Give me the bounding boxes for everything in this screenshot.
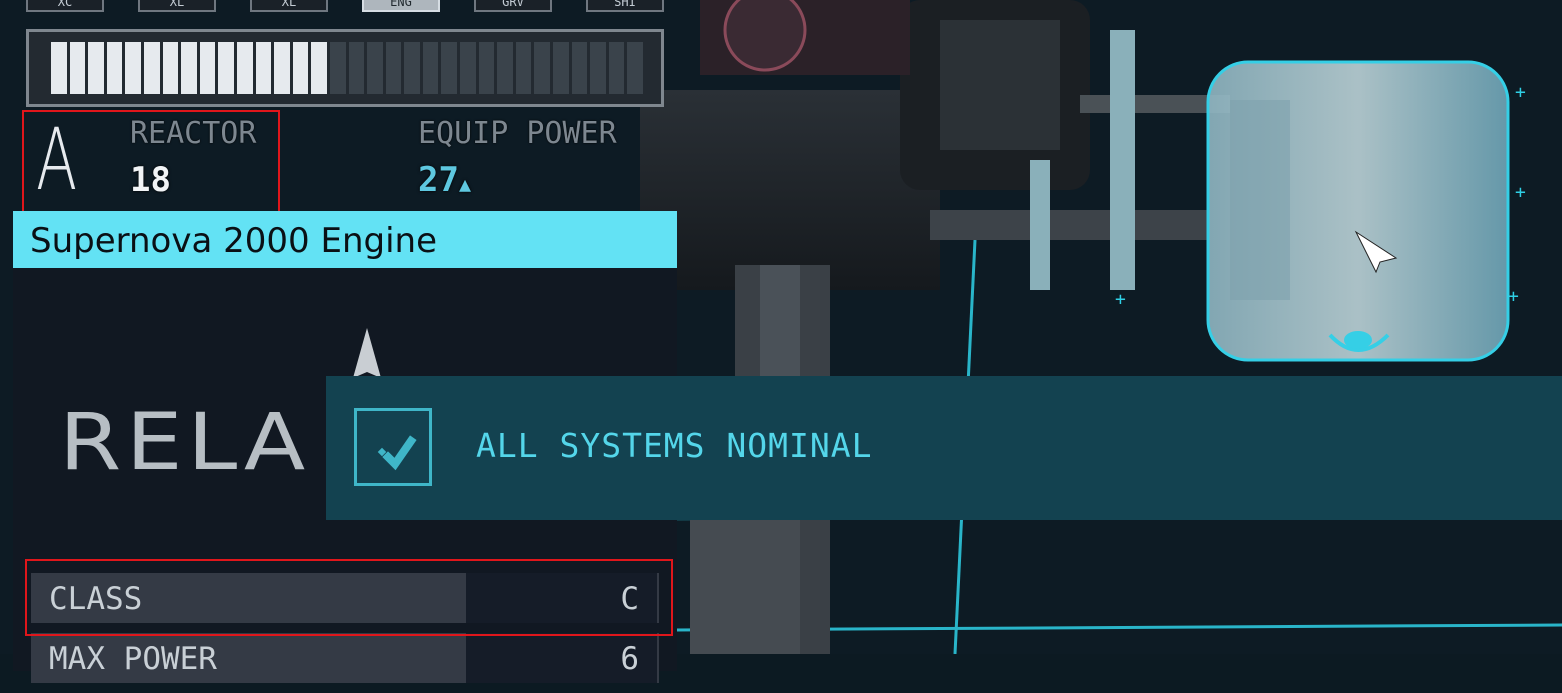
power-segment (329, 42, 346, 94)
power-segment (515, 42, 532, 94)
power-segment (553, 42, 569, 94)
svg-text:+: + (1515, 82, 1526, 103)
power-segment (534, 42, 551, 94)
svg-text:+: + (1115, 289, 1126, 310)
notification-text: ALL SYSTEMS NOMINAL (476, 426, 873, 465)
power-segment (367, 42, 383, 94)
tab-grv[interactable]: GRV (474, 0, 552, 12)
stat-row-max-power: MAX POWER 6 (31, 633, 659, 683)
power-segments (51, 42, 643, 94)
tab-xc[interactable]: XC (26, 0, 104, 12)
tab-xl-2[interactable]: XL (250, 0, 328, 12)
power-segment (311, 42, 327, 94)
power-segment (199, 42, 216, 94)
power-segment (143, 42, 160, 94)
increase-indicator-icon: ▲ (458, 172, 471, 196)
power-segment (460, 42, 476, 94)
class-highlight-box (25, 559, 673, 636)
tab-xl-1[interactable]: XL (138, 0, 216, 12)
checkmark-icon (354, 408, 432, 486)
brand-name: RELA (59, 398, 310, 488)
power-segment (162, 42, 179, 94)
status-notification: ALL SYSTEMS NOMINAL (326, 376, 1562, 520)
power-segment (255, 42, 272, 94)
power-segment (441, 42, 458, 94)
power-segment (571, 42, 588, 94)
power-segment (236, 42, 253, 94)
equip-power-label: EQUIP POWER (418, 116, 617, 151)
equip-power-value: 27▲ (418, 160, 471, 200)
tab-shi[interactable]: SHI (586, 0, 664, 12)
power-segment (590, 42, 606, 94)
svg-text:+: + (1508, 286, 1519, 307)
stat-value: 6 (620, 641, 639, 677)
power-allocation-bar (26, 29, 664, 107)
part-title: Supernova 2000 Engine (13, 211, 677, 268)
power-segment (627, 42, 643, 94)
power-segment (478, 42, 495, 94)
power-segment (385, 42, 402, 94)
power-segment (51, 42, 67, 94)
equip-power-number: 27 (418, 160, 459, 200)
power-segment (497, 42, 513, 94)
power-segment (404, 42, 420, 94)
stat-value-cell: 6 (466, 633, 657, 683)
power-segment (218, 42, 234, 94)
power-segment (348, 42, 365, 94)
stat-label: MAX POWER (49, 641, 217, 677)
power-segment (274, 42, 290, 94)
reactor-highlight-box (22, 110, 280, 214)
power-segment (608, 42, 625, 94)
power-segment (292, 42, 309, 94)
power-segment (69, 42, 86, 94)
svg-text:+: + (1515, 182, 1526, 203)
power-segment (181, 42, 197, 94)
power-segment (88, 42, 104, 94)
power-segment (106, 42, 123, 94)
power-segment (125, 42, 141, 94)
tab-eng[interactable]: ENG (362, 0, 440, 12)
power-segment (422, 42, 439, 94)
